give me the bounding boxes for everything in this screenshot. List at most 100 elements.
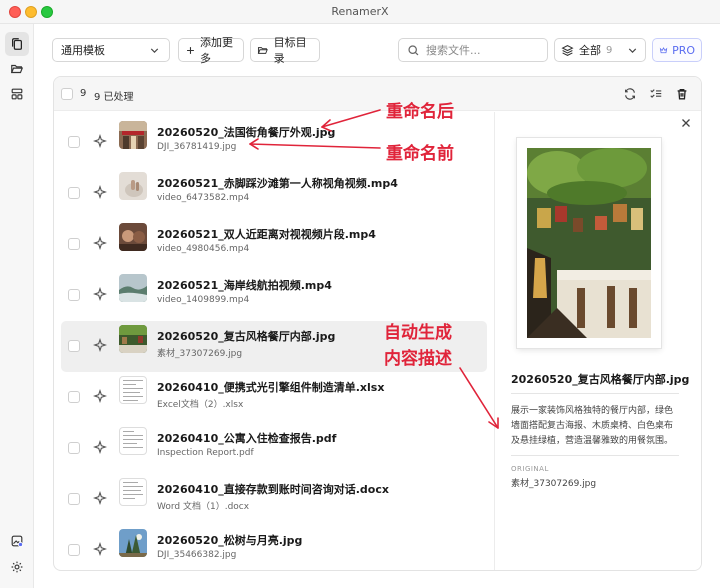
sidebar-image-settings-button[interactable] bbox=[5, 529, 29, 553]
image-preview bbox=[517, 138, 661, 348]
layers-icon bbox=[561, 44, 574, 56]
search-box[interactable] bbox=[398, 38, 548, 62]
target-directory-button[interactable]: 目标目录 bbox=[250, 36, 320, 65]
sparkle-icon[interactable] bbox=[93, 287, 107, 301]
folder-open-icon bbox=[257, 46, 268, 54]
file-thumbnail bbox=[119, 325, 147, 353]
trash-icon bbox=[677, 88, 687, 100]
file-row[interactable]: 20260410_便携式光引擎组件制造清单.xlsx Excel文档（2）.xl… bbox=[61, 372, 487, 423]
original-file-name: Excel文档（2）.xlsx bbox=[157, 400, 244, 410]
original-file-name: DJI_36781419.jpg bbox=[157, 142, 237, 152]
toolbar: 通用模板 添加更多 目标目录 全部 9 PRO bbox=[34, 24, 720, 76]
filter-count: 9 bbox=[606, 44, 613, 56]
row-checkbox[interactable] bbox=[68, 493, 80, 505]
original-file-name: video_1409899.mp4 bbox=[157, 295, 250, 305]
original-label: ORIGINAL bbox=[511, 465, 549, 473]
new-file-name: 20260520_复古风格餐厅内部.jpg bbox=[157, 330, 336, 343]
search-input[interactable] bbox=[426, 43, 536, 57]
new-file-name: 20260410_直接存款到账时间咨询对话.docx bbox=[157, 483, 389, 496]
delete-button[interactable] bbox=[674, 86, 690, 102]
image-badge-icon bbox=[11, 535, 24, 548]
add-more-label: 添加更多 bbox=[199, 36, 233, 65]
document-thumbnail bbox=[119, 478, 147, 506]
copy-files-icon bbox=[12, 38, 22, 50]
row-checkbox[interactable] bbox=[68, 238, 80, 250]
divider bbox=[511, 455, 679, 456]
annotation-after-rename: 重命名后 bbox=[386, 102, 454, 122]
file-row[interactable]: 20260520_松树与月亮.jpg DJI_35466382.jpg bbox=[61, 525, 487, 570]
new-file-name: 20260521_赤脚踩沙滩第一人称视角视频.mp4 bbox=[157, 177, 398, 190]
sparkle-icon[interactable] bbox=[93, 389, 107, 403]
plus-icon bbox=[187, 46, 194, 54]
file-thumbnail bbox=[119, 529, 147, 557]
detail-file-name: 20260520_复古风格餐厅内部.jpg bbox=[511, 373, 690, 386]
annotation-auto-desc-line1: 自动生成 bbox=[384, 323, 452, 343]
sidebar-folder-button[interactable] bbox=[5, 57, 29, 81]
file-panel: 9 9 已处理 20260520_法国街角餐厅外观.jpg DJI_367814… bbox=[53, 76, 702, 571]
sidebar bbox=[0, 24, 34, 588]
annotation-auto-desc-line2: 内容描述 bbox=[384, 349, 452, 369]
row-checkbox[interactable] bbox=[68, 391, 80, 403]
original-value: 素材_37307269.jpg bbox=[511, 479, 597, 489]
target-directory-label: 目标目录 bbox=[273, 36, 307, 65]
detail-panel: 20260520_复古风格餐厅内部.jpg 展示一家装饰风格独特的餐厅内部，绿色… bbox=[494, 112, 701, 570]
new-file-name: 20260410_便携式光引擎组件制造清单.xlsx bbox=[157, 381, 385, 394]
sparkle-icon[interactable] bbox=[93, 134, 107, 148]
checklist-icon bbox=[650, 89, 662, 98]
sparkle-icon[interactable] bbox=[93, 491, 107, 505]
refresh-icon bbox=[625, 88, 635, 100]
sparkle-icon[interactable] bbox=[93, 185, 107, 199]
chevron-down-icon bbox=[628, 47, 637, 53]
new-file-name: 20260410_公寓入住检查报告.pdf bbox=[157, 432, 337, 445]
checklist-button[interactable] bbox=[648, 86, 664, 102]
original-file-name: DJI_35466382.jpg bbox=[157, 550, 237, 560]
original-file-name: Inspection Report.pdf bbox=[157, 448, 254, 458]
file-row[interactable]: 20260521_双人近距离对视视频片段.mp4 video_4980456.m… bbox=[61, 219, 487, 270]
pro-button[interactable]: PRO bbox=[652, 38, 702, 62]
file-count: 9 bbox=[80, 88, 87, 99]
sparkle-icon[interactable] bbox=[93, 542, 107, 556]
row-checkbox[interactable] bbox=[68, 289, 80, 301]
sparkle-icon[interactable] bbox=[93, 338, 107, 352]
row-checkbox[interactable] bbox=[68, 340, 80, 352]
row-checkbox[interactable] bbox=[68, 136, 80, 148]
search-icon bbox=[408, 44, 419, 55]
filter-label: 全部 bbox=[579, 44, 601, 57]
select-all-checkbox[interactable] bbox=[61, 88, 73, 100]
annotation-before-rename: 重命名前 bbox=[386, 144, 454, 164]
window-title: RenamerX bbox=[331, 5, 389, 18]
file-thumbnail bbox=[119, 223, 147, 251]
row-checkbox[interactable] bbox=[68, 187, 80, 199]
new-file-name: 20260520_松树与月亮.jpg bbox=[157, 534, 303, 547]
file-thumbnail bbox=[119, 121, 147, 149]
processed-count: 9 已处理 bbox=[94, 92, 134, 103]
refresh-button[interactable] bbox=[622, 86, 638, 102]
file-row[interactable]: 20260521_赤脚踩沙滩第一人称视角视频.mp4 video_6473582… bbox=[61, 168, 487, 219]
add-more-button[interactable]: 添加更多 bbox=[178, 36, 244, 65]
template-select-value: 通用模板 bbox=[61, 44, 105, 57]
sparkle-icon[interactable] bbox=[93, 236, 107, 250]
layout-icon bbox=[11, 88, 23, 100]
original-file-name: video_6473582.mp4 bbox=[157, 193, 250, 203]
file-row[interactable]: 20260410_直接存款到账时间咨询对话.docx Word 文档（1）.do… bbox=[61, 474, 487, 525]
list-header: 9 9 已处理 bbox=[54, 77, 701, 111]
sidebar-files-button[interactable] bbox=[5, 32, 29, 56]
file-thumbnail bbox=[119, 172, 147, 200]
divider bbox=[511, 393, 679, 394]
sidebar-settings-button[interactable] bbox=[5, 555, 29, 579]
file-row[interactable]: 20260521_海岸线航拍视频.mp4 video_1409899.mp4 bbox=[61, 270, 487, 321]
sparkle-icon[interactable] bbox=[93, 440, 107, 454]
close-icon[interactable] bbox=[679, 116, 693, 130]
title-bar: RenamerX bbox=[0, 0, 720, 24]
pdf-thumbnail bbox=[119, 427, 147, 455]
filter-select[interactable]: 全部 9 bbox=[554, 38, 646, 62]
file-row[interactable]: 20260410_公寓入住检查报告.pdf Inspection Report.… bbox=[61, 423, 487, 474]
sidebar-layout-button[interactable] bbox=[5, 82, 29, 106]
gear-icon bbox=[11, 561, 23, 573]
row-checkbox[interactable] bbox=[68, 544, 80, 556]
new-file-name: 20260520_法国街角餐厅外观.jpg bbox=[157, 126, 336, 139]
row-checkbox[interactable] bbox=[68, 442, 80, 454]
new-file-name: 20260521_双人近距离对视视频片段.mp4 bbox=[157, 228, 376, 241]
template-select[interactable]: 通用模板 bbox=[52, 38, 170, 62]
new-file-name: 20260521_海岸线航拍视频.mp4 bbox=[157, 279, 332, 292]
